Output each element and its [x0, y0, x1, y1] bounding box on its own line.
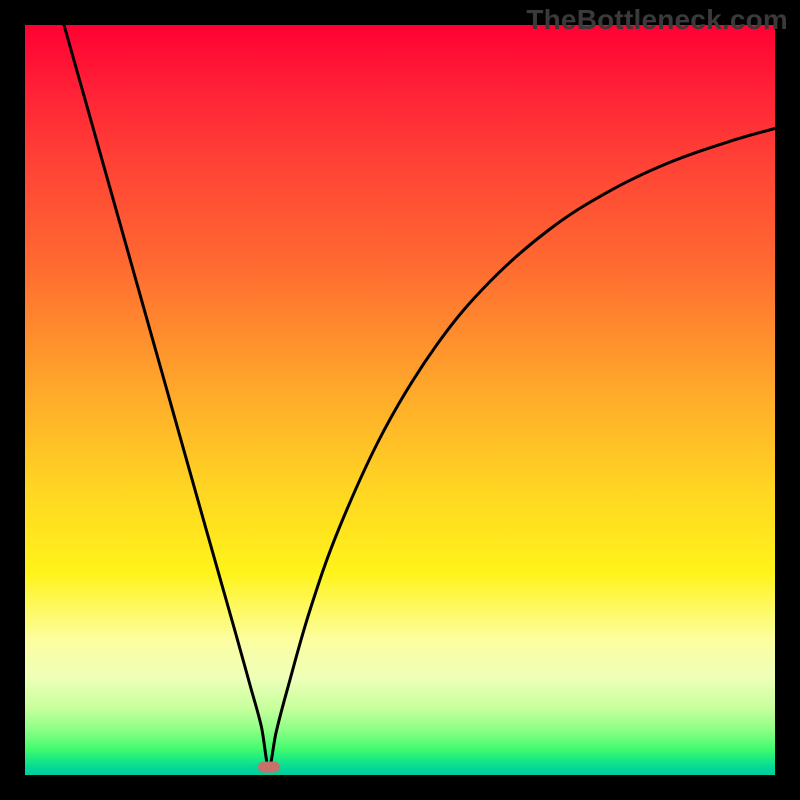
chart-frame: TheBottleneck.com [0, 0, 800, 800]
plot-area [25, 25, 775, 775]
watermark-text: TheBottleneck.com [526, 4, 788, 36]
minimum-marker [258, 761, 280, 772]
curve-path [64, 25, 775, 767]
bottleneck-curve [25, 25, 775, 775]
